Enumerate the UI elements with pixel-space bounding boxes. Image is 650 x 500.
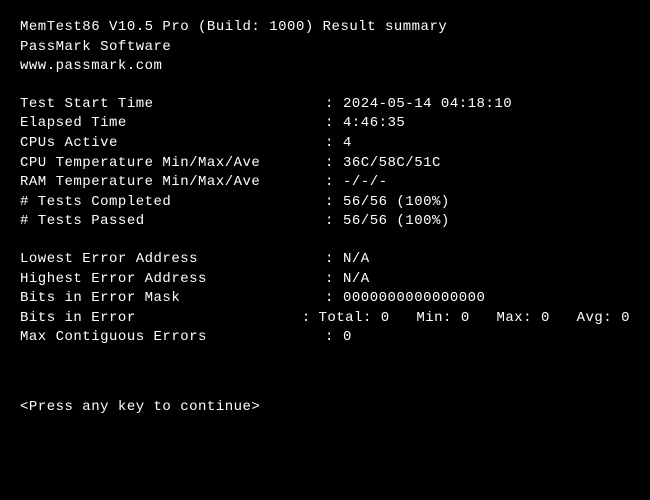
highest-addr-label: Highest Error Address — [20, 270, 325, 290]
colon: : — [325, 212, 343, 232]
bits-mask-label: Bits in Error Mask — [20, 289, 325, 309]
ram-temp-label: RAM Temperature Min/Max/Ave — [20, 173, 325, 193]
bits-mask-value: 0000000000000000 — [343, 289, 630, 309]
bits-error-value: Total: 0 Min: 0 Max: 0 Avg: 0 — [318, 309, 630, 329]
row-tests-completed: # Tests Completed : 56/56 (100%) — [20, 193, 630, 213]
row-max-contig: Max Contiguous Errors : 0 — [20, 328, 630, 348]
company-url: www.passmark.com — [20, 57, 630, 77]
max-contig-value: 0 — [343, 328, 630, 348]
row-tests-passed: # Tests Passed : 56/56 (100%) — [20, 212, 630, 232]
lowest-addr-value: N/A — [343, 250, 630, 270]
start-time-label: Test Start Time — [20, 95, 325, 115]
colon: : — [325, 289, 343, 309]
cpu-temp-label: CPU Temperature Min/Max/Ave — [20, 154, 325, 174]
lowest-addr-label: Lowest Error Address — [20, 250, 325, 270]
colon: : — [325, 328, 343, 348]
row-bits-mask: Bits in Error Mask : 0000000000000000 — [20, 289, 630, 309]
row-cpus-active: CPUs Active : 4 — [20, 134, 630, 154]
tests-completed-label: # Tests Completed — [20, 193, 325, 213]
colon: : — [325, 270, 343, 290]
bits-error-label: Bits in Error — [20, 309, 302, 329]
row-cpu-temp: CPU Temperature Min/Max/Ave : 36C/58C/51… — [20, 154, 630, 174]
colon: : — [325, 114, 343, 134]
app-title: MemTest86 V10.5 Pro (Build: 1000) Result… — [20, 18, 630, 38]
tests-completed-value: 56/56 (100%) — [343, 193, 630, 213]
start-time-value: 2024-05-14 04:18:10 — [343, 95, 630, 115]
summary-section: Test Start Time : 2024-05-14 04:18:10 El… — [20, 95, 630, 232]
colon: : — [325, 134, 343, 154]
highest-addr-value: N/A — [343, 270, 630, 290]
max-contig-label: Max Contiguous Errors — [20, 328, 325, 348]
cpu-temp-value: 36C/58C/51C — [343, 154, 630, 174]
elapsed-value: 4:46:35 — [343, 114, 630, 134]
continue-prompt[interactable]: <Press any key to continue> — [20, 398, 630, 418]
header: MemTest86 V10.5 Pro (Build: 1000) Result… — [20, 18, 630, 77]
tests-passed-value: 56/56 (100%) — [343, 212, 630, 232]
errors-section: Lowest Error Address : N/A Highest Error… — [20, 250, 630, 348]
tests-passed-label: # Tests Passed — [20, 212, 325, 232]
cpus-active-label: CPUs Active — [20, 134, 325, 154]
colon: : — [325, 193, 343, 213]
company-name: PassMark Software — [20, 38, 630, 58]
colon: : — [302, 309, 319, 329]
elapsed-label: Elapsed Time — [20, 114, 325, 134]
colon: : — [325, 95, 343, 115]
ram-temp-value: -/-/- — [343, 173, 630, 193]
colon: : — [325, 250, 343, 270]
row-ram-temp: RAM Temperature Min/Max/Ave : -/-/- — [20, 173, 630, 193]
row-highest-addr: Highest Error Address : N/A — [20, 270, 630, 290]
row-elapsed: Elapsed Time : 4:46:35 — [20, 114, 630, 134]
row-bits-error: Bits in Error : Total: 0 Min: 0 Max: 0 A… — [20, 309, 630, 329]
row-start-time: Test Start Time : 2024-05-14 04:18:10 — [20, 95, 630, 115]
colon: : — [325, 173, 343, 193]
colon: : — [325, 154, 343, 174]
cpus-active-value: 4 — [343, 134, 630, 154]
row-lowest-addr: Lowest Error Address : N/A — [20, 250, 630, 270]
